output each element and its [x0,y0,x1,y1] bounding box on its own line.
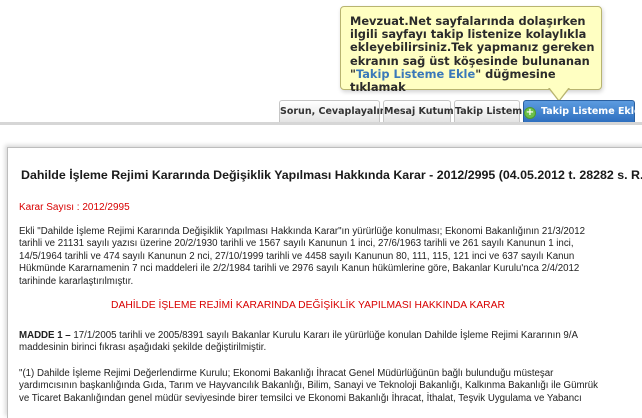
tooltip-text: Mevzuat.Net sayfalarında dolaşırken ilgi… [350,14,595,95]
intro-paragraph: Ekli "Dahilde İşleme Rejimi Kararında De… [19,226,642,288]
tooltip-arrow-fill [549,87,569,100]
text-line: 14/5/1964 tarihli ve 474 sayılı Kanunun … [19,250,575,262]
article-label: MADDE 1 – [19,330,71,341]
tab-message-box[interactable]: Mesaj Kutum [383,100,454,122]
tab-underline [0,122,642,125]
text-line: yardımcısının başkanlığında Gıda, Tarım … [19,380,599,392]
text-line: Hükmünde Kararnamenin 7 nci maddeleri il… [19,263,580,275]
quote-paragraph: "(1) Dahilde İşleme Rejimi Değerlendirme… [19,368,642,405]
text-line: maddesinin birinci fıkrası aşağıdaki şek… [19,342,267,354]
tab-label: Sorun, Cevaplayalım [280,106,390,117]
article-1-paragraph: MADDE 1 – 17/1/2005 tarihli ve 2005/8391… [19,330,642,355]
tab-ask-question[interactable]: Sorun, Cevaplayalım [279,100,390,122]
text-line: MADDE 1 – 17/1/2005 tarihli ve 2005/8391… [19,330,642,342]
text-line: ve Ticaret Bakanlığından genel müdür sev… [19,392,582,404]
tooltip: Mevzuat.Net sayfalarında dolaşırken ilgi… [340,6,602,94]
tab-label: Takip Listem [455,106,523,117]
tab-bar: Sorun, Cevaplayalım Mesaj Kutum Takip Li… [0,100,642,124]
text-line: tarihinde kararlaştırılmıştır. [19,275,134,287]
document-title: Dahilde İşleme Rejimi Kararında Değişikl… [21,168,642,182]
decision-number: Karar Sayısı : 2012/2995 [19,202,130,213]
plus-icon: + [524,107,536,119]
tab-label: Mesaj Kutum [384,106,454,117]
text-fragment: 17/1/2005 tarihli ve 2005/8391 sayılı Ba… [70,330,578,341]
tab-label: Takip Listeme Ekle [541,106,641,117]
tab-watch-list[interactable]: Takip Listem [454,100,523,122]
add-to-watchlist-button[interactable]: + Takip Listeme Ekle [523,100,640,122]
text-line: tarihli ve 21131 sayılı yazısı üzerine 2… [19,238,574,250]
text-line: Ekli "Dahilde İşleme Rejimi Kararında De… [19,226,585,237]
text-line: "(1) Dahilde İşleme Rejimi Değerlendirme… [19,368,554,379]
decision-heading: DAHİLDE İŞLEME REJİMİ KARARINDA DEĞİŞİKL… [111,300,505,311]
document-frame: Dahilde İşleme Rejimi Kararında Değişikl… [7,147,642,418]
tooltip-highlight: Takip Listeme Ekle [355,66,476,81]
